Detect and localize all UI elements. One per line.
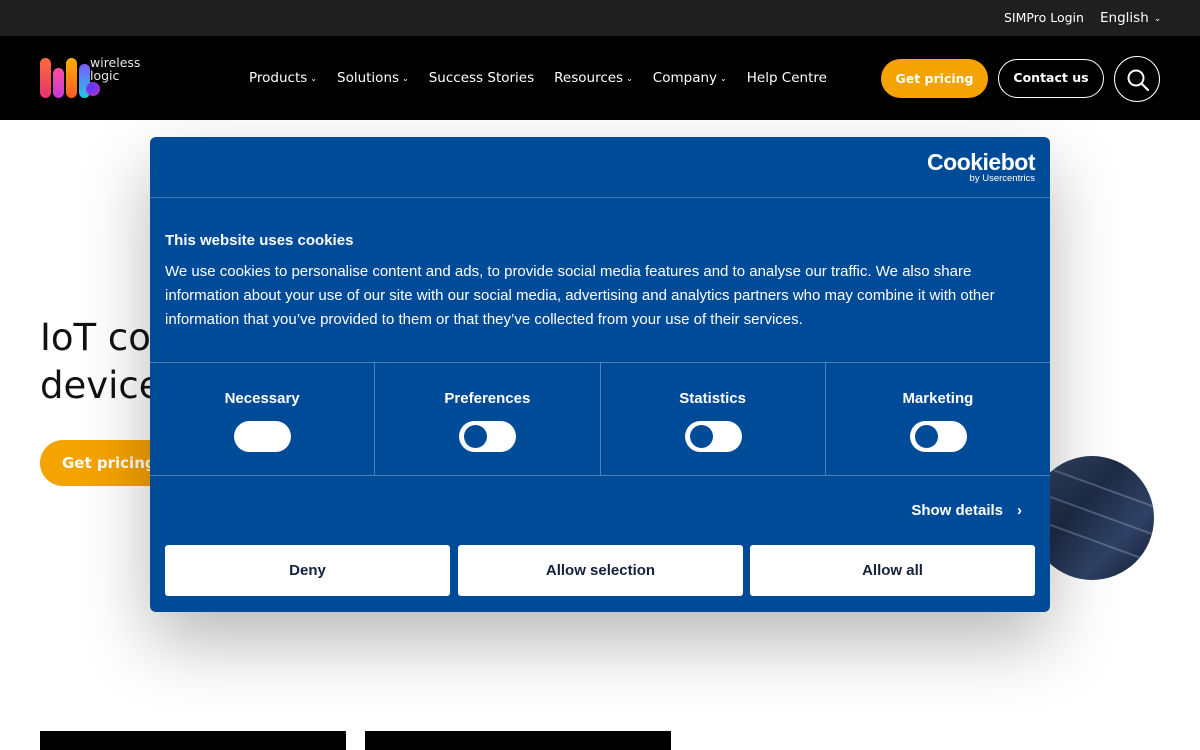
category-label: Necessary [224, 390, 300, 407]
contact-us-button[interactable]: Contact us [998, 59, 1104, 98]
nav-item-label: Help Centre [746, 70, 827, 86]
search-button[interactable] [1114, 56, 1160, 102]
necessary-toggle[interactable] [234, 421, 292, 452]
chevron-down-icon: ⌄ [720, 74, 727, 83]
toggle-knob [689, 425, 713, 448]
content-card[interactable] [40, 731, 346, 750]
toggle-knob [914, 425, 938, 448]
chevron-down-icon: ⌄ [310, 74, 317, 83]
cookie-dialog-header: Cookiebot by Usercentrics [150, 137, 1050, 198]
toggle-knob [464, 425, 488, 448]
statistics-toggle[interactable] [684, 421, 742, 452]
wireless-logic-logo[interactable]: wireless logic [40, 56, 150, 100]
nav-links: Products ⌄ Solutions ⌄ Success Stories Res… [249, 70, 847, 86]
cookiebot-brand-name: Cookiebot [927, 149, 1035, 175]
search-icon [1127, 69, 1150, 92]
category-label: Statistics [679, 390, 746, 407]
simpro-login-link[interactable]: SIMPro Login [1004, 10, 1084, 25]
logo-wordmark: wireless logic [90, 56, 140, 82]
nav-item-label: Solutions [337, 70, 400, 86]
preferences-toggle[interactable] [459, 421, 517, 452]
cookie-consent-dialog: Cookiebot by Usercentrics This website u… [150, 137, 1050, 612]
cookie-category-toggles: Necessary Preferences Statistics Marketi… [150, 362, 1050, 476]
hero-title: IoT cor device [40, 314, 166, 410]
cookie-dialog-title: This website uses cookies [165, 232, 354, 249]
nav-item-products[interactable]: Products ⌄ [249, 70, 317, 86]
logo-word-2: logic [90, 68, 120, 83]
nav-item-success-stories[interactable]: Success Stories [429, 70, 534, 86]
logo-dot [86, 82, 100, 96]
deny-button[interactable]: Deny [165, 545, 450, 596]
marketing-toggle[interactable] [909, 421, 967, 452]
cookiebot-logo: Cookiebot by Usercentrics [927, 150, 1035, 184]
logo-bar [66, 58, 77, 98]
category-statistics: Statistics [601, 363, 826, 475]
show-details-label: Show details [911, 502, 1003, 519]
cookiebot-brand-by: by Usercentrics [969, 173, 1035, 184]
content-card[interactable] [365, 731, 671, 750]
logo-bar [40, 58, 51, 98]
hero-title-line: IoT cor [40, 316, 167, 359]
nav-item-help-centre[interactable]: Help Centre [747, 70, 827, 86]
cookie-actions: Deny Allow selection Allow all [165, 545, 1035, 596]
allow-selection-button[interactable]: Allow selection [458, 545, 743, 596]
main-navigation: wireless logic Products ⌄ Solutions ⌄ Succe… [0, 36, 1200, 120]
nav-item-label: Products [249, 70, 308, 86]
chevron-down-icon: ⌄ [1153, 14, 1162, 24]
chevron-down-icon: ⌄ [626, 74, 633, 83]
chevron-right-icon: › [1017, 502, 1022, 519]
nav-item-solutions[interactable]: Solutions ⌄ [337, 70, 409, 86]
nav-item-company[interactable]: Company ⌄ [653, 70, 727, 86]
nav-item-resources[interactable]: Resources ⌄ [554, 70, 633, 86]
nav-item-label: Success Stories [428, 70, 535, 86]
cookie-dialog-description: We use cookies to personalise content an… [165, 263, 995, 328]
chevron-down-icon: ⌄ [402, 74, 409, 83]
nav-item-label: Resources [554, 70, 624, 86]
logo-bar [53, 68, 64, 98]
get-pricing-button[interactable]: Get pricing [881, 59, 988, 98]
language-selector[interactable]: English ⌄ [1100, 10, 1161, 26]
category-necessary: Necessary [150, 363, 376, 475]
category-preferences: Preferences [375, 363, 601, 475]
utility-bar: SIMPro Login English ⌄ [0, 0, 1200, 36]
show-details-link[interactable]: Show details › [911, 502, 1022, 519]
category-label: Marketing [902, 390, 974, 407]
category-label: Preferences [444, 390, 531, 407]
language-label: English [1100, 10, 1149, 26]
nav-item-label: Company [652, 70, 718, 86]
category-marketing: Marketing [826, 363, 1050, 475]
hero-title-line: device [40, 364, 162, 407]
allow-all-button[interactable]: Allow all [750, 545, 1035, 596]
